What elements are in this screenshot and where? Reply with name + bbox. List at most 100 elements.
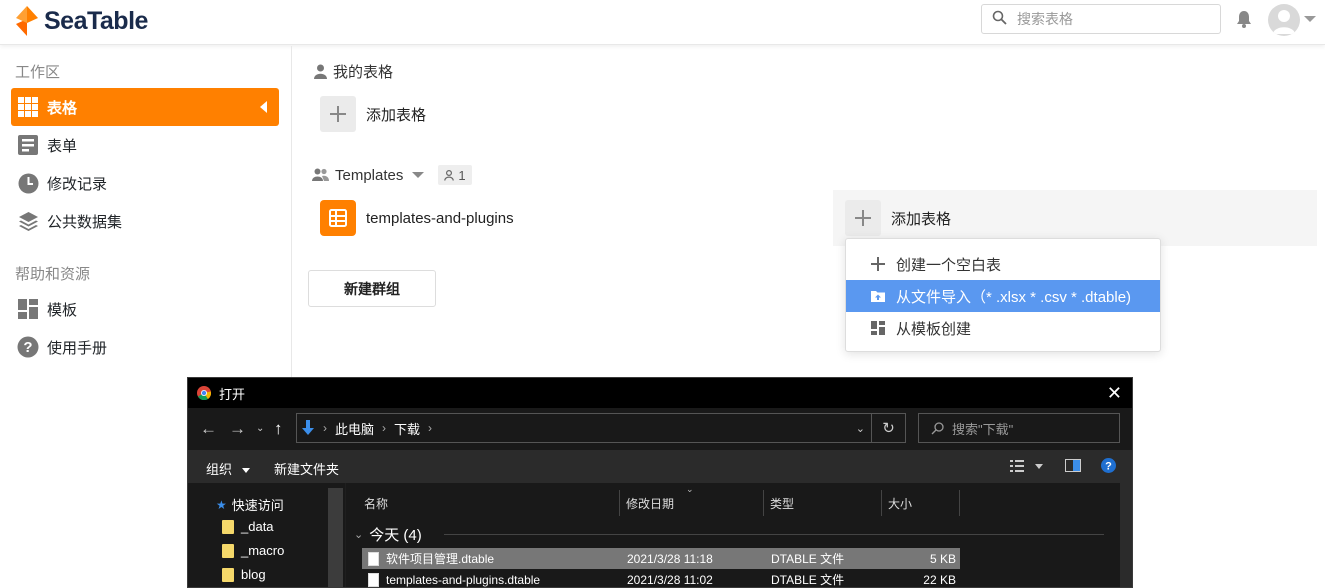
nav-pane-scrollbar[interactable] bbox=[328, 488, 343, 587]
upload-file-icon bbox=[870, 288, 886, 304]
menu-item-label: 创建一个空白表 bbox=[896, 256, 1002, 274]
file-name: 软件项目管理.dtable bbox=[386, 552, 495, 566]
path-crumb-this-pc[interactable]: 此电脑 bbox=[335, 419, 374, 438]
sidebar-item-manual[interactable]: ? 使用手册 bbox=[11, 328, 279, 366]
table-item-templates-and-plugins[interactable]: templates-and-plugins bbox=[320, 200, 514, 236]
column-header-name[interactable]: 名称 bbox=[358, 490, 620, 516]
nav-label: blog bbox=[241, 567, 266, 582]
file-size: 5 KB bbox=[929, 551, 956, 566]
sort-chevron-icon: ⌄ bbox=[686, 484, 694, 494]
file-modified: 2021/3/28 11:18 bbox=[627, 551, 713, 566]
navigation-pane: ★ 快速访问 _data _macro blog bbox=[188, 483, 345, 587]
clock-icon bbox=[17, 172, 39, 194]
sidebar-item-history[interactable]: 修改记录 bbox=[11, 164, 279, 202]
file-list-pane: 名称 修改日期 ⌄ 类型 大小 ⌄ 今天 (4) 软件项目管理.dtable 2… bbox=[346, 483, 1120, 587]
search-icon bbox=[992, 10, 1007, 28]
preview-pane-icon[interactable] bbox=[1065, 459, 1081, 475]
new-group-button[interactable]: 新建群组 bbox=[308, 270, 436, 307]
search-input[interactable] bbox=[1017, 11, 1197, 27]
group-header-today[interactable]: ⌄ 今天 (4) bbox=[354, 524, 422, 545]
nav-folder-blog[interactable]: blog bbox=[220, 567, 266, 582]
menu-item-label: 从模板创建 bbox=[896, 320, 972, 338]
group-name: Templates bbox=[335, 166, 404, 184]
my-tables-label: 我的表格 bbox=[333, 64, 394, 81]
nav-label: 快速访问 bbox=[231, 498, 284, 513]
sidebar-item-tables[interactable]: 表格 bbox=[11, 88, 279, 126]
address-dropdown-chevron-icon[interactable]: ⌄ bbox=[856, 422, 865, 435]
menu-item-create-blank[interactable]: 创建一个空白表 bbox=[846, 248, 1160, 280]
file-type: DTABLE 文件 bbox=[771, 552, 845, 566]
help-icon: ? bbox=[17, 336, 39, 358]
view-options-caret-icon[interactable] bbox=[1035, 464, 1043, 469]
sidebar-item-forms[interactable]: 表单 bbox=[11, 126, 279, 164]
table-icon bbox=[320, 200, 356, 236]
view-options-icon[interactable] bbox=[1010, 460, 1028, 475]
dialog-title: 打开 bbox=[219, 386, 246, 402]
grid-icon bbox=[17, 96, 39, 118]
seatable-logo[interactable]: SeaTable bbox=[14, 6, 148, 36]
file-row[interactable]: templates-and-plugins.dtable 2021/3/28 1… bbox=[362, 569, 960, 587]
forward-arrow-icon[interactable]: → bbox=[229, 419, 246, 439]
nav-quick-access[interactable]: ★ 快速访问 bbox=[216, 495, 284, 514]
sidebar-item-label: 表格 bbox=[47, 99, 78, 117]
avatar[interactable] bbox=[1268, 4, 1300, 36]
column-header-type[interactable]: 类型 bbox=[764, 490, 882, 516]
folder-icon bbox=[222, 519, 234, 534]
sidebar-item-label: 表单 bbox=[47, 137, 78, 155]
back-arrow-icon[interactable]: ← bbox=[200, 419, 217, 439]
refresh-icon[interactable]: ↻ bbox=[871, 414, 905, 442]
group-dropdown-caret-icon[interactable] bbox=[412, 172, 425, 178]
file-row[interactable]: 软件项目管理.dtable 2021/3/28 11:18 DTABLE 文件 … bbox=[362, 548, 960, 569]
template-icon bbox=[17, 298, 39, 320]
sidebar-item-templates[interactable]: 模板 bbox=[11, 290, 279, 328]
up-arrow-icon[interactable]: ↑ bbox=[274, 419, 283, 439]
add-table-label: 添加表格 bbox=[891, 210, 952, 228]
group-add-table-button[interactable]: 添加表格 bbox=[845, 200, 951, 236]
search-box[interactable] bbox=[981, 4, 1221, 34]
plus-icon bbox=[870, 256, 886, 272]
file-list-scrollbar[interactable] bbox=[1120, 483, 1132, 587]
file-name: templates-and-plugins.dtable bbox=[386, 572, 541, 587]
file-modified: 2021/3/28 11:02 bbox=[627, 572, 713, 587]
nav-folder-data[interactable]: _data bbox=[220, 519, 274, 534]
menu-item-import-file[interactable]: 从文件导入（* .xlsx * .csv * .dtable) bbox=[846, 280, 1160, 312]
organize-button[interactable]: 组织 bbox=[206, 459, 250, 478]
help-icon[interactable]: ? bbox=[1101, 458, 1116, 476]
column-label: 类型 bbox=[770, 496, 795, 511]
logo-text: SeaTable bbox=[44, 6, 148, 35]
collapse-arrow-icon[interactable] bbox=[260, 101, 267, 113]
add-table-button[interactable]: 添加表格 bbox=[320, 96, 426, 132]
downloads-arrow-icon bbox=[301, 420, 315, 436]
new-folder-button[interactable]: 新建文件夹 bbox=[274, 459, 339, 478]
path-crumb-downloads[interactable]: 下载 bbox=[394, 419, 420, 438]
path-separator: › bbox=[428, 421, 433, 435]
menu-item-label: 从文件导入（* .xlsx * .csv * .dtable) bbox=[896, 288, 1132, 306]
sidebar-item-public-datasets[interactable]: 公共数据集 bbox=[11, 202, 279, 240]
folder-icon bbox=[222, 543, 234, 558]
chrome-icon bbox=[197, 386, 211, 400]
svg-text:?: ? bbox=[1105, 461, 1112, 473]
organize-caret-icon bbox=[241, 468, 250, 474]
user-icon bbox=[314, 64, 327, 79]
dialog-navbar: ← → ⌄ ↑ › 此电脑 › 下载 › ⌄ ↻ 搜索"下载" bbox=[188, 408, 1132, 450]
seatable-logo-icon bbox=[16, 6, 38, 36]
group-heading[interactable]: Templates 1 bbox=[312, 165, 472, 185]
plus-icon bbox=[320, 96, 356, 132]
file-icon bbox=[368, 551, 379, 566]
recent-locations-chevron-icon[interactable]: ⌄ bbox=[256, 423, 264, 434]
column-header-size[interactable]: 大小 bbox=[882, 490, 960, 516]
group-collapse-chevron-icon: ⌄ bbox=[354, 529, 364, 541]
avatar-dropdown-caret-icon[interactable] bbox=[1304, 16, 1316, 22]
close-icon[interactable]: ✕ bbox=[1107, 384, 1122, 402]
column-header-modified[interactable]: 修改日期 ⌄ bbox=[620, 484, 764, 516]
member-count-badge[interactable]: 1 bbox=[438, 165, 472, 185]
top-header: SeaTable bbox=[0, 0, 1325, 45]
dialog-search-box[interactable]: 搜索"下载" bbox=[918, 413, 1120, 443]
nav-folder-macro[interactable]: _macro bbox=[220, 543, 284, 558]
column-label: 修改日期 bbox=[626, 496, 675, 511]
address-bar[interactable]: › 此电脑 › 下载 › ⌄ ↻ bbox=[296, 413, 906, 443]
layers-icon bbox=[17, 210, 39, 232]
notification-bell-icon[interactable] bbox=[1236, 10, 1252, 31]
svg-text:?: ? bbox=[23, 339, 32, 356]
menu-item-from-template[interactable]: 从模板创建 bbox=[846, 312, 1160, 344]
